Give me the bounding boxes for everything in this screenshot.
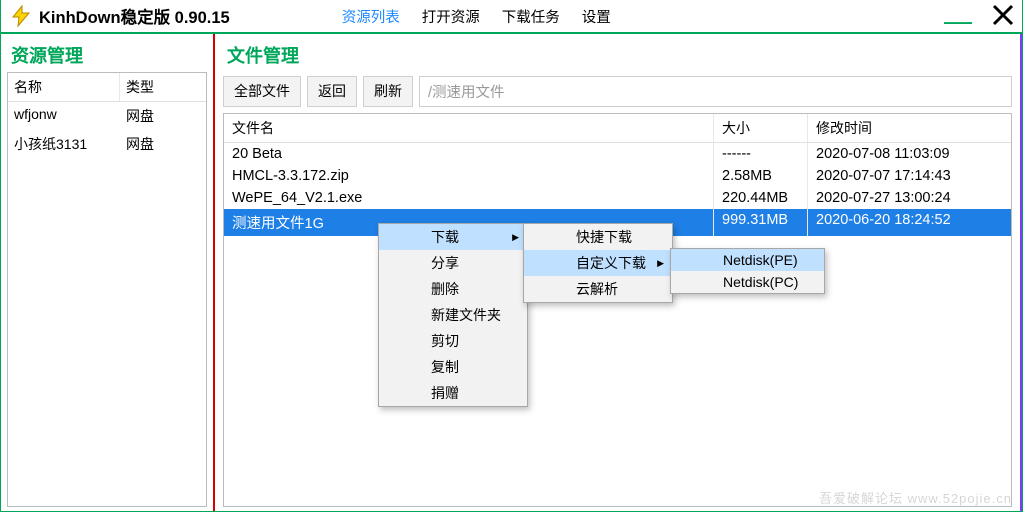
title-bar: KinhDown稳定版 0.90.15 资源列表 打开资源 下载任务 设置 — xyxy=(1,0,1022,34)
col-mtime[interactable]: 修改时间 xyxy=(808,114,1011,142)
file-name: WePE_64_V2.1.exe xyxy=(224,187,714,209)
col-size[interactable]: 大小 xyxy=(714,114,808,142)
file-size: 220.44MB xyxy=(714,187,808,209)
menu-item[interactable]: 自定义下载▶ xyxy=(524,250,672,276)
watermark: 吾爱破解论坛 www.52pojie.cn xyxy=(819,488,1012,507)
menu-item[interactable]: Netdisk(PE) xyxy=(671,249,824,271)
file-row[interactable]: HMCL-3.3.172.zip2.58MB2020-07-07 17:14:4… xyxy=(224,165,1011,187)
nav-resource-list[interactable]: 资源列表 xyxy=(340,4,402,29)
menu-item[interactable]: 下载▶ xyxy=(379,224,527,250)
file-row[interactable]: WePE_64_V2.1.exe220.44MB2020-07-27 13:00… xyxy=(224,187,1011,209)
nav-download-tasks[interactable]: 下载任务 xyxy=(500,4,562,29)
resource-row[interactable]: wfjonw网盘 xyxy=(8,102,206,130)
context-menu[interactable]: 下载▶分享删除新建文件夹剪切复制捐赠 xyxy=(378,223,528,407)
file-table: 文件名 大小 修改时间 20 Beta------2020-07-08 11:0… xyxy=(223,113,1012,507)
btn-refresh[interactable]: 刷新 xyxy=(363,76,413,107)
file-size: ------ xyxy=(714,143,808,165)
file-table-header: 文件名 大小 修改时间 xyxy=(224,114,1011,143)
app-title: KinhDown稳定版 0.90.15 xyxy=(37,4,230,28)
sidebar: 资源管理 名称 类型 wfjonw网盘小孩纸3131网盘 xyxy=(1,34,215,511)
btn-back[interactable]: 返回 xyxy=(307,76,357,107)
resource-name: wfjonw xyxy=(8,102,120,130)
download-submenu[interactable]: 快捷下载自定义下载▶云解析 xyxy=(523,223,673,303)
chevron-right-icon: ▶ xyxy=(657,258,664,269)
file-mtime: 2020-07-07 17:14:43 xyxy=(808,165,1011,187)
path-input[interactable]: /测速用文件 xyxy=(419,76,1012,107)
main-title: 文件管理 xyxy=(223,40,1012,72)
resource-table-header: 名称 类型 xyxy=(8,73,206,102)
menu-item[interactable]: 快捷下载 xyxy=(524,224,672,250)
menu-item[interactable]: 新建文件夹 xyxy=(379,302,527,328)
col-filename[interactable]: 文件名 xyxy=(224,114,714,142)
file-name: 20 Beta xyxy=(224,143,714,165)
menu-item[interactable]: Netdisk(PC) xyxy=(671,271,824,293)
col-name[interactable]: 名称 xyxy=(8,73,120,101)
resource-type: 网盘 xyxy=(120,102,206,130)
menu-item[interactable]: 云解析 xyxy=(524,276,672,302)
btn-all-files[interactable]: 全部文件 xyxy=(223,76,301,107)
file-mtime: 2020-07-08 11:03:09 xyxy=(808,143,1011,165)
sidebar-title: 资源管理 xyxy=(7,40,207,72)
menu-item[interactable]: 分享 xyxy=(379,250,527,276)
menu-item[interactable]: 复制 xyxy=(379,354,527,380)
resource-type: 网盘 xyxy=(120,130,206,158)
file-row[interactable]: 20 Beta------2020-07-08 11:03:09 xyxy=(224,143,1011,165)
nav-settings[interactable]: 设置 xyxy=(580,4,613,29)
file-size: 2.58MB xyxy=(714,165,808,187)
file-mtime: 2020-06-20 18:24:52 xyxy=(808,209,1011,236)
file-name: HMCL-3.3.172.zip xyxy=(224,165,714,187)
toolbar: 全部文件 返回 刷新 /测速用文件 xyxy=(223,76,1012,107)
menu-item[interactable]: 剪切 xyxy=(379,328,527,354)
window-controls: — xyxy=(944,2,1016,32)
file-mtime: 2020-07-27 13:00:24 xyxy=(808,187,1011,209)
file-size: 999.31MB xyxy=(714,209,808,236)
nav-open-resource[interactable]: 打开资源 xyxy=(420,4,482,29)
chevron-right-icon: ▶ xyxy=(512,232,519,243)
resource-row[interactable]: 小孩纸3131网盘 xyxy=(8,130,206,158)
minimize-button[interactable]: — xyxy=(944,16,972,26)
custom-download-submenu[interactable]: Netdisk(PE)Netdisk(PC) xyxy=(670,248,825,294)
nav-bar: 资源列表 打开资源 下载任务 设置 xyxy=(340,4,613,29)
col-type[interactable]: 类型 xyxy=(120,73,206,101)
app-icon xyxy=(9,4,33,28)
menu-item[interactable]: 捐赠 xyxy=(379,380,527,406)
resource-name: 小孩纸3131 xyxy=(8,130,120,158)
resource-table: 名称 类型 wfjonw网盘小孩纸3131网盘 xyxy=(7,72,207,507)
close-button[interactable] xyxy=(990,2,1016,32)
menu-item[interactable]: 删除 xyxy=(379,276,527,302)
